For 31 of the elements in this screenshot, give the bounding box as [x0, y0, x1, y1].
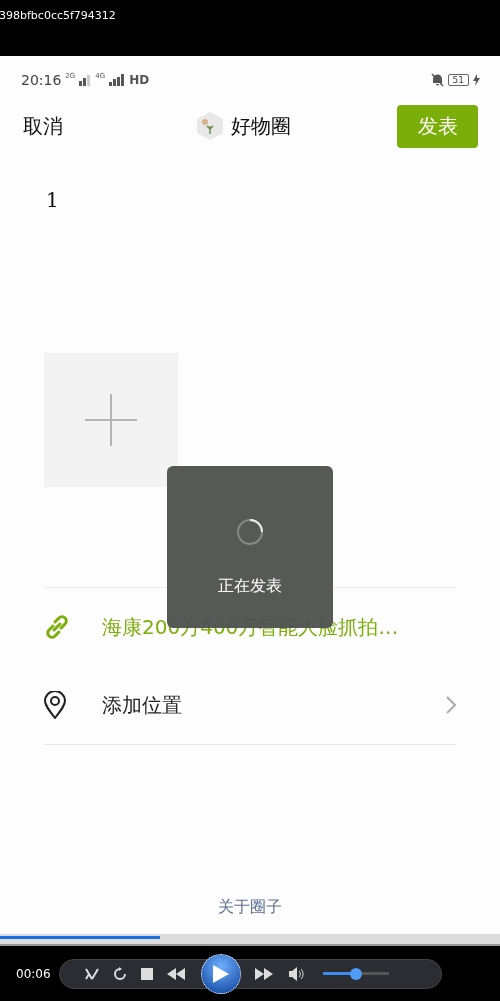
- elapsed-time: 00:06: [16, 966, 49, 981]
- battery-level: 51: [447, 74, 469, 86]
- plus-icon: [85, 394, 137, 446]
- cancel-button[interactable]: 取消: [23, 112, 63, 140]
- add-location[interactable]: 添加位置: [102, 691, 446, 719]
- circle-avatar-icon: [197, 112, 223, 140]
- volume-thumb[interactable]: [350, 967, 362, 980]
- rewind-button[interactable]: [167, 967, 187, 980]
- shuffle-button[interactable]: [85, 966, 99, 981]
- charging-icon: [473, 74, 480, 86]
- volume-button[interactable]: [289, 966, 305, 981]
- clock: 20:16: [21, 72, 62, 88]
- chevron-right-icon: [446, 696, 456, 714]
- signal-icon: [79, 74, 92, 86]
- seek-bar[interactable]: [0, 934, 500, 946]
- link-icon: [44, 614, 70, 640]
- play-icon: [213, 964, 229, 983]
- spinner-icon: [236, 518, 264, 546]
- post-text[interactable]: 1: [46, 188, 59, 212]
- muted-bell-icon: [430, 73, 444, 87]
- play-button[interactable]: [201, 953, 241, 994]
- about-circle-link[interactable]: 关于圈子: [218, 897, 282, 918]
- repeat-button[interactable]: [113, 966, 127, 981]
- toast-text: 正在发表: [218, 576, 282, 597]
- location-pin-icon: [44, 691, 66, 719]
- page-title: 好物圈: [231, 112, 291, 140]
- stop-button[interactable]: [141, 967, 153, 980]
- hd-label: HD: [129, 73, 150, 87]
- video-title: 398bfbc0cc5f794312: [0, 9, 116, 22]
- fast-forward-button[interactable]: [255, 967, 275, 980]
- signal-icon: [109, 74, 126, 86]
